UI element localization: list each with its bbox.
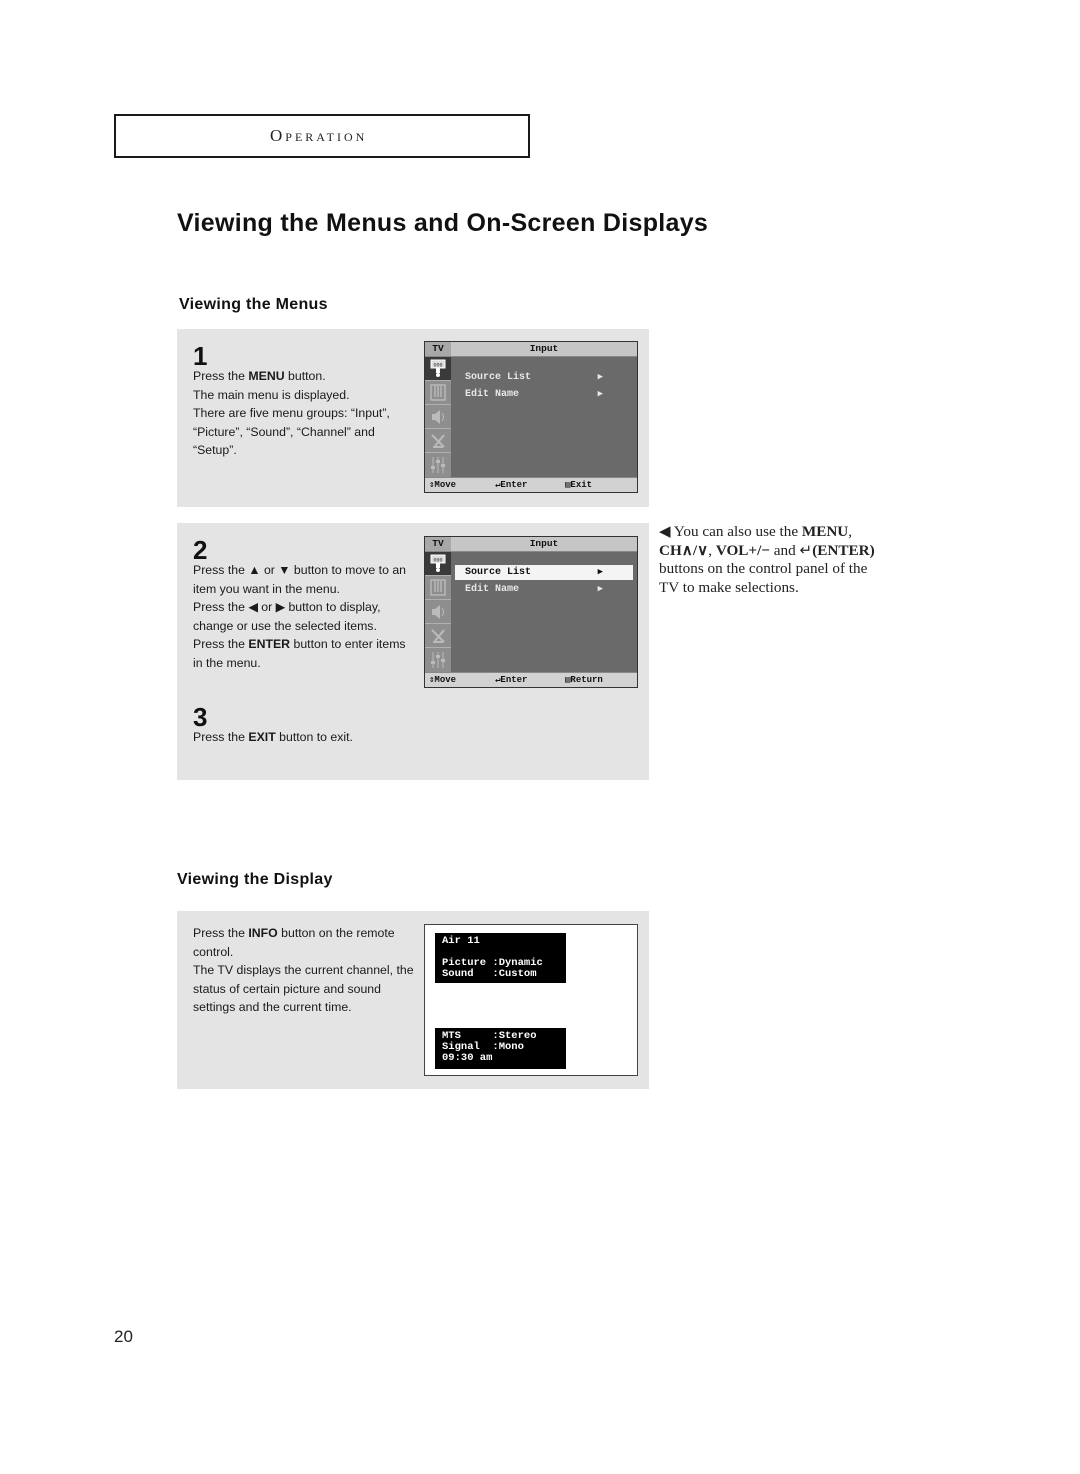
svg-text:000: 000	[433, 362, 442, 368]
page-number: 20	[114, 1327, 133, 1346]
move-hint: ⇕Move	[429, 480, 457, 490]
arrow-right-icon: ▶	[597, 567, 603, 577]
step-line: Press the MENU button.	[193, 369, 326, 383]
setup-icon[interactable]	[425, 453, 451, 477]
enter-icon: ↵	[799, 541, 813, 559]
picture-icon[interactable]	[425, 381, 451, 405]
step-line: The main menu is displayed.	[193, 387, 350, 402]
osd-title: Input	[529, 343, 559, 354]
osd-menu-input-selected: TV Input 000 Source List ▶ Edit Name ▶ ⇕Mo…	[424, 536, 638, 688]
osd-header: TV Input	[425, 537, 637, 552]
step-line: Press the ▲ or ▼ button to move to an it…	[193, 563, 406, 596]
step-line: There are five menu groups: “Input”, “Pi…	[193, 406, 390, 458]
info-text: Press the INFO button on the remote cont…	[193, 924, 418, 1017]
input-icon[interactable]: 000	[425, 552, 451, 576]
enter-hint: ↵Enter	[495, 480, 528, 490]
osd-icon-column: 000	[425, 552, 451, 674]
page-title: Viewing the Menus and On-Screen Displays	[177, 209, 709, 237]
info-channel-block: Air 11 Picture :Dynamic Sound :Custom	[435, 933, 566, 983]
step-line: Press the ENTER button to enter items in…	[193, 637, 406, 670]
osd-menu-input: TV Input 000 Source List ▶ Edit Name ▶ ⇕Mo…	[424, 341, 638, 493]
svg-text:000: 000	[433, 557, 442, 563]
menus-heading: Viewing the Menus	[179, 296, 328, 313]
control-panel-note: ◀ You can also use the MENU, CH∧/∨, VOL+…	[659, 523, 875, 596]
step-number: 3	[193, 702, 208, 732]
sound-icon[interactable]	[425, 405, 451, 429]
menu-item-edit-name[interactable]: Edit Name ▶	[455, 387, 633, 402]
osd-header: TV Input	[425, 342, 637, 357]
osd-icon-column: 000	[425, 357, 451, 479]
info-display-screen: Air 11 Picture :Dynamic Sound :Custom MT…	[424, 924, 638, 1076]
step-1-text: Press the MENU button. The main menu is …	[193, 367, 418, 460]
osd-tv-label: TV	[425, 537, 451, 551]
arrow-right-icon: ▶	[597, 584, 603, 594]
osd-title: Input	[529, 538, 559, 549]
picture-icon[interactable]	[425, 576, 451, 600]
step-line: Press the EXIT button to exit.	[193, 730, 353, 744]
step-line: Press the INFO button on the remote cont…	[193, 926, 395, 959]
enter-hint: ↵Enter	[495, 675, 528, 685]
return-hint: ▤Return	[565, 675, 603, 685]
osd-footer: ⇕Move ↵Enter ▤Exit	[425, 477, 637, 492]
osd-footer: ⇕Move ↵Enter ▤Return	[425, 672, 637, 687]
step-3-text: Press the EXIT button to exit.	[193, 728, 493, 747]
channel-icon[interactable]	[425, 429, 451, 453]
info-sound-time-block: MTS :Stereo Signal :Mono 09:30 am	[435, 1028, 566, 1069]
step-line: The TV displays the current channel, the…	[193, 963, 414, 1015]
display-heading: Viewing the Display	[177, 871, 333, 888]
channel-icon[interactable]	[425, 624, 451, 648]
step-line: Press the ◀ or ▶ button to display, chan…	[193, 600, 381, 633]
arrow-right-icon: ▶	[597, 372, 603, 382]
menu-item-edit-name[interactable]: Edit Name ▶	[455, 582, 633, 597]
input-icon[interactable]: 000	[425, 357, 451, 381]
menu-item-source-list-selected[interactable]: Source List ▶	[455, 565, 633, 580]
setup-icon[interactable]	[425, 648, 451, 672]
step-number: 1	[193, 341, 208, 371]
menu-item-source-list[interactable]: Source List ▶	[455, 370, 633, 385]
step-number: 2	[193, 535, 208, 565]
section-label: Operation	[270, 126, 368, 145]
osd-tv-label: TV	[425, 342, 451, 356]
move-hint: ⇕Move	[429, 675, 457, 685]
sound-icon[interactable]	[425, 600, 451, 624]
exit-hint: ▤Exit	[565, 480, 593, 490]
arrow-right-icon: ▶	[597, 389, 603, 399]
section-header-tab: Operation	[114, 114, 530, 158]
step-2-text: Press the ▲ or ▼ button to move to an it…	[193, 561, 418, 673]
